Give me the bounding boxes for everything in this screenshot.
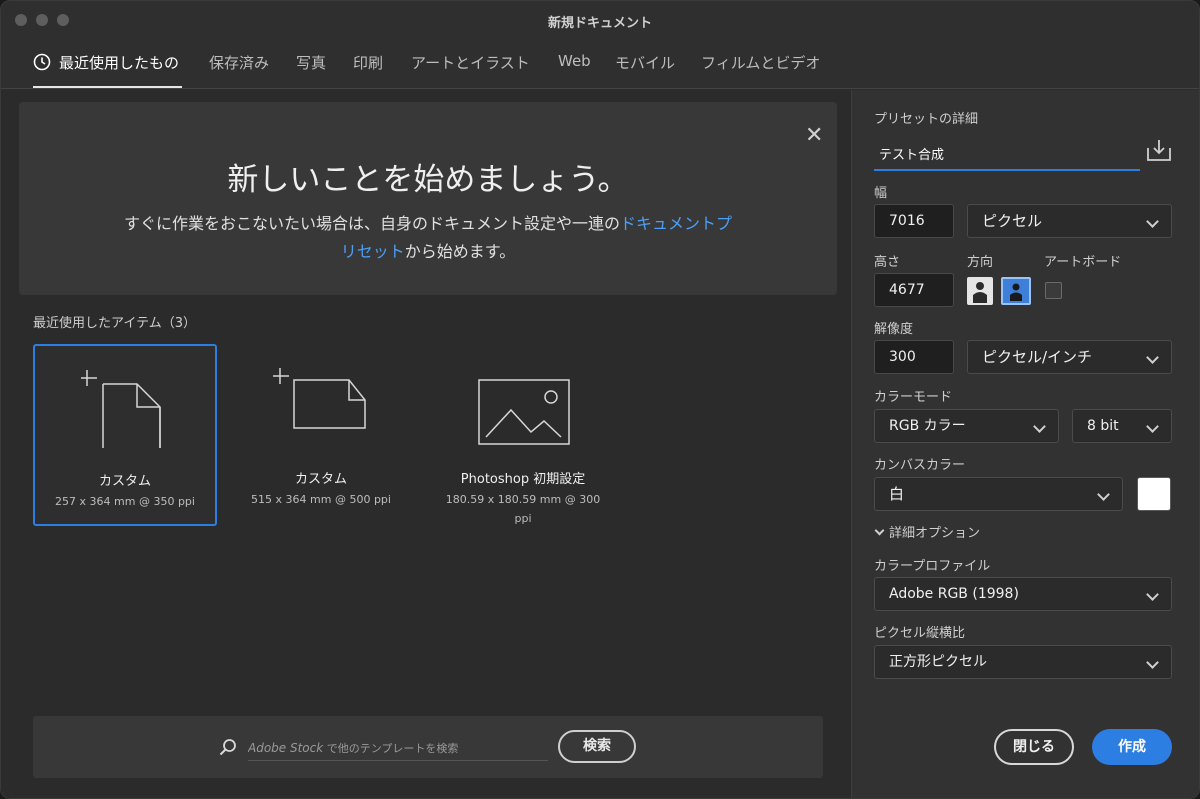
welcome-banner: 新しいことを始めましょう。 すぐに作業をおこないたい場合は、自身のドキュメント設…	[19, 102, 837, 295]
canvas-color-value: 白	[889, 485, 905, 503]
width-unit-value: ピクセル	[982, 212, 1043, 230]
recent-items-label: 最近使用したアイテム（3）	[33, 316, 196, 331]
preset-category-tabs: 最近使用したもの 保存済み 写真 印刷 アートとイラスト Web モバイル フィ…	[1, 39, 1199, 89]
stock-search-input[interactable]: Adobe Stock で他のテンプレートを検索	[248, 733, 548, 761]
recent-item[interactable]: カスタム 257 x 364 mm @ 350 ppi	[33, 344, 217, 526]
orientation-label: 方向	[967, 255, 994, 270]
canvas-color-select[interactable]: 白	[874, 477, 1123, 511]
chevron-down-icon	[1146, 656, 1159, 669]
recent-item-size: 257 x 364 mm @ 350 ppi	[55, 495, 195, 508]
color-profile-label: カラープロファイル	[874, 559, 991, 574]
recent-item-name: カスタム	[294, 472, 347, 487]
portrait-icon	[973, 282, 987, 303]
tab-saved[interactable]: 保存済み	[209, 52, 269, 73]
preset-browser: 新しいことを始めましょう。 すぐに作業をおこないたい場合は、自身のドキュメント設…	[1, 90, 851, 798]
document-icon	[81, 370, 161, 448]
search-placeholder-text: で他のテンプレートを検索	[323, 742, 459, 755]
advanced-options-toggle[interactable]: 詳細オプション	[874, 522, 980, 541]
recent-item-name: カスタム	[98, 474, 151, 489]
chevron-down-icon	[1146, 215, 1159, 228]
title-bar: 新規ドキュメント	[1, 1, 1199, 39]
clock-icon	[33, 53, 51, 71]
tab-mobile[interactable]: モバイル	[615, 52, 675, 73]
canvas-color-label: カンバスカラー	[874, 458, 966, 473]
preset-name-input[interactable]: テスト合成	[874, 135, 1140, 171]
landscape-icon	[1010, 283, 1022, 301]
artboard-checkbox[interactable]	[1045, 282, 1062, 299]
color-profile-select[interactable]: Adobe RGB (1998)	[874, 577, 1172, 611]
resolution-unit-value: ピクセル/インチ	[982, 348, 1093, 366]
chevron-down-icon	[874, 525, 885, 536]
close-icon[interactable]: ✕	[805, 125, 823, 147]
resolution-label: 解像度	[874, 322, 914, 337]
search-icon	[219, 739, 236, 756]
recent-item[interactable]: カスタム 515 x 364 mm @ 500 ppi	[229, 344, 413, 526]
stock-search-bar: Adobe Stock で他のテンプレートを検索 検索	[33, 716, 823, 778]
save-preset-icon[interactable]	[1146, 138, 1172, 162]
chevron-down-icon	[1033, 420, 1046, 433]
search-button[interactable]: 検索	[558, 730, 636, 763]
color-mode-label: カラーモード	[874, 390, 953, 405]
height-input[interactable]: 4677	[874, 273, 954, 307]
color-profile-value: Adobe RGB (1998)	[889, 586, 1019, 602]
chevron-down-icon	[1146, 351, 1159, 364]
tab-web[interactable]: Web	[558, 52, 591, 70]
tab-art-illustration[interactable]: アートとイラスト	[411, 52, 530, 73]
chevron-down-icon	[1146, 588, 1159, 601]
resolution-input[interactable]: 300	[874, 340, 954, 374]
welcome-body-text: すぐに作業をおこないたい場合は、自身のドキュメント設定や一連の	[123, 214, 620, 233]
portrait-orientation-button[interactable]	[967, 277, 993, 305]
chevron-down-icon	[1097, 488, 1110, 501]
pixel-aspect-select[interactable]: 正方形ピクセル	[874, 645, 1172, 679]
color-mode-select[interactable]: RGB カラー	[874, 409, 1059, 443]
recent-item-size: 180.59 x 180.59 mm @ 300 ppi	[445, 493, 601, 525]
width-input[interactable]: 7016	[874, 204, 954, 238]
tab-film-video[interactable]: フィルムとビデオ	[701, 52, 820, 73]
close-button[interactable]: 閉じる	[994, 729, 1074, 765]
advanced-options-label: 詳細オプション	[889, 526, 981, 541]
landscape-orientation-button[interactable]	[1001, 277, 1031, 305]
window-title: 新規ドキュメント	[547, 16, 652, 31]
welcome-title: 新しいことを始めましょう。	[227, 162, 629, 198]
width-label: 幅	[874, 186, 888, 201]
document-landscape-icon	[273, 368, 366, 429]
height-label: 高さ	[874, 255, 901, 270]
recent-item-size: 515 x 364 mm @ 500 ppi	[251, 493, 391, 506]
artboard-label: アートボード	[1044, 255, 1122, 270]
chevron-down-icon	[1146, 420, 1159, 433]
pixel-aspect-label: ピクセル縦横比	[874, 626, 966, 641]
bit-depth-value: 8 bit	[1087, 418, 1119, 434]
bit-depth-select[interactable]: 8 bit	[1072, 409, 1172, 443]
search-placeholder-brand: Adobe Stock	[248, 741, 324, 755]
tab-recent-label: 最近使用したもの	[59, 54, 180, 72]
canvas-color-swatch[interactable]	[1137, 477, 1171, 511]
width-unit-select[interactable]: ピクセル	[967, 204, 1172, 238]
new-document-dialog: 新規ドキュメント 最近使用したもの 保存済み 写真 印刷 アートとイラスト We…	[0, 0, 1200, 799]
image-icon	[478, 379, 570, 445]
welcome-body: すぐに作業をおこないたい場合は、自身のドキュメント設定や一連のドキュメントプリセ…	[119, 210, 737, 266]
create-button[interactable]: 作成	[1092, 729, 1172, 765]
preset-details-panel: プリセットの詳細 テスト合成 幅 7016 ピクセル 高さ 4677 方向 アー…	[851, 90, 1199, 798]
preset-details-label: プリセットの詳細	[874, 112, 979, 127]
resolution-unit-select[interactable]: ピクセル/インチ	[967, 340, 1172, 374]
recent-item-name: Photoshop 初期設定	[460, 472, 586, 487]
tab-print[interactable]: 印刷	[353, 52, 383, 73]
tab-photo[interactable]: 写真	[296, 52, 326, 73]
active-tab-indicator	[33, 86, 182, 88]
recent-item[interactable]: Photoshop 初期設定 180.59 x 180.59 mm @ 300 …	[431, 344, 615, 526]
color-mode-value: RGB カラー	[889, 418, 966, 434]
welcome-body-suffix: から始めます。	[404, 242, 516, 261]
pixel-aspect-value: 正方形ピクセル	[889, 654, 987, 670]
